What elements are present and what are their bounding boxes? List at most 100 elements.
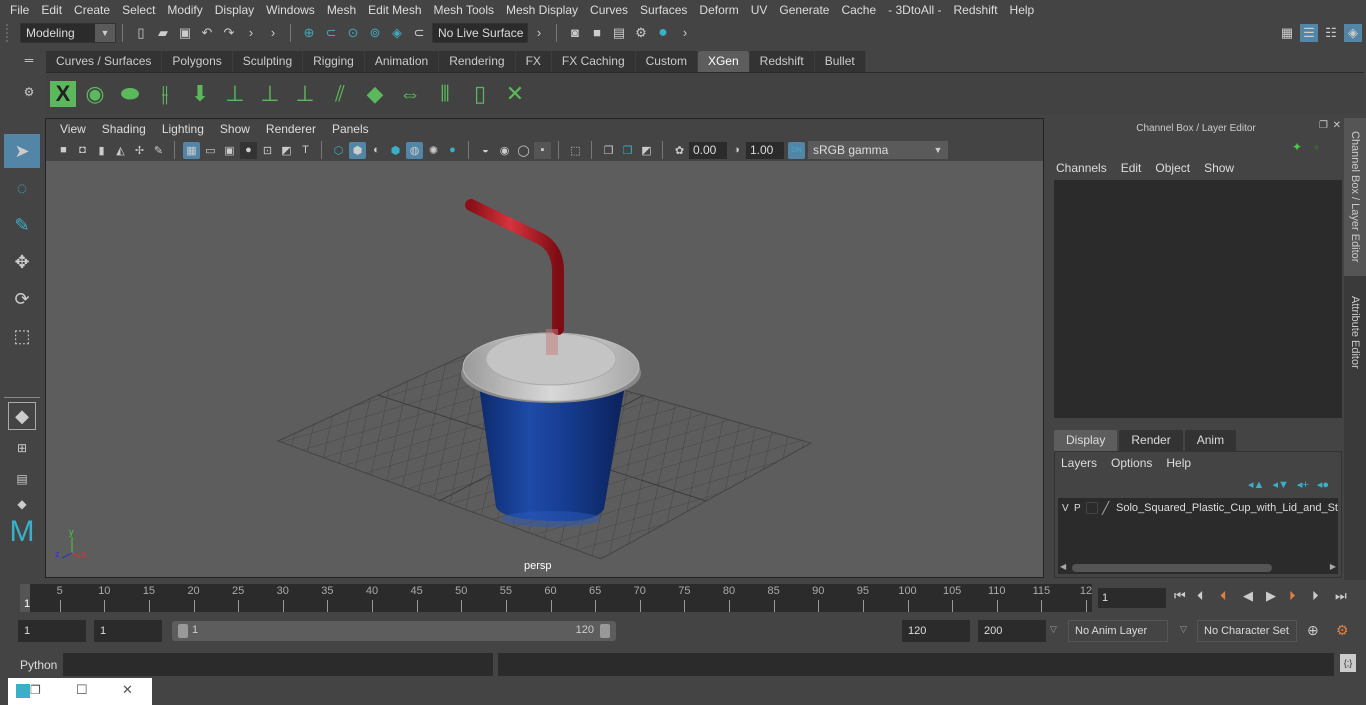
outliner-persp-layout-icon[interactable]: ▤ — [4, 465, 40, 493]
menu-item[interactable]: Mesh — [321, 3, 362, 17]
grid-icon[interactable]: ▦ — [183, 141, 200, 159]
go-to-start-icon[interactable]: ⏮ — [1174, 588, 1197, 604]
command-language-label[interactable]: Python — [20, 658, 57, 672]
viewport-menu-item[interactable]: Lighting — [154, 122, 212, 136]
range-end-handle[interactable] — [600, 624, 610, 638]
show-guides-icon[interactable]: ⊥ — [254, 78, 286, 110]
menu-item[interactable]: Windows — [260, 3, 321, 17]
shelf-tab[interactable]: Rigging — [303, 51, 365, 72]
collapse-icon[interactable]: › — [264, 24, 282, 42]
shelf-tab[interactable]: FX Caching — [551, 51, 636, 72]
gamma-icon[interactable]: ◑ — [728, 142, 745, 159]
xgen-preview-icon[interactable]: ◉ — [79, 78, 111, 110]
shelf-tab[interactable]: FX — [515, 51, 552, 72]
menu-item[interactable]: Mesh Tools — [428, 3, 500, 17]
gear-icon[interactable]: ⚙ — [18, 85, 40, 99]
menu-item[interactable]: Edit Mesh — [362, 3, 427, 17]
current-frame-field[interactable]: 1 — [1098, 588, 1166, 608]
select-guides-icon[interactable]: ⫴ — [429, 78, 461, 110]
camera-icon[interactable]: ■ — [55, 142, 72, 159]
menu-item[interactable]: Generate — [773, 3, 835, 17]
channel-box-menu-item[interactable]: Object — [1155, 161, 1190, 175]
grease-pencil-icon[interactable]: ✎ — [150, 142, 167, 159]
redo-icon[interactable]: ↷ — [220, 24, 238, 42]
xray-active-icon[interactable]: ❐ — [619, 142, 636, 159]
textured-icon[interactable]: ◍ — [406, 141, 423, 159]
channel-list[interactable] — [1054, 180, 1342, 418]
play-forwards-icon[interactable]: ▶ — [1266, 588, 1289, 604]
paint-select-tool-icon[interactable]: ✎ — [4, 208, 40, 242]
film-gate-icon[interactable]: ▭ — [202, 142, 219, 159]
channel-box-menu-item[interactable]: Show — [1204, 161, 1234, 175]
lock-guides-icon[interactable]: ⊥ — [289, 78, 321, 110]
menu-item[interactable]: Edit — [35, 3, 68, 17]
layer-row[interactable]: V P ╱ Solo_Squared_Plastic_Cup_with_Lid_… — [1058, 498, 1338, 518]
safe-title-icon[interactable]: T — [297, 142, 314, 159]
ambient-occlusion-icon[interactable]: ◒ — [477, 142, 494, 159]
add-guides-icon[interactable]: ⫲ — [149, 78, 181, 110]
end-time-field[interactable]: 200 — [978, 620, 1046, 642]
menu-item[interactable]: File — [4, 3, 35, 17]
anti-aliasing-icon[interactable]: ◯ — [515, 142, 532, 159]
range-slider[interactable]: 1 120 — [172, 621, 616, 641]
motion-blur-icon[interactable]: ◉ — [496, 142, 513, 159]
shelf-tab[interactable]: Custom — [635, 51, 698, 72]
use-all-lights-icon[interactable]: ✺ — [425, 142, 442, 159]
xgen-editor-icon[interactable]: X — [50, 80, 76, 107]
gate-mask-icon[interactable]: ● — [240, 141, 257, 159]
depth-of-field-icon[interactable]: ▪ — [534, 141, 551, 159]
snap-point-icon[interactable]: ⊙ — [344, 24, 362, 42]
live-surface-field[interactable]: No Live Surface — [432, 22, 528, 43]
xray-icon[interactable]: ⬢ — [387, 142, 404, 159]
collapse-icon[interactable]: › — [530, 24, 548, 42]
viewport-menu-item[interactable]: Panels — [324, 122, 377, 136]
tool-settings-icon[interactable]: ☷ — [1322, 24, 1340, 42]
channel-box-menu-item[interactable]: Edit — [1121, 161, 1142, 175]
backface-icon[interactable]: ◩ — [638, 142, 655, 159]
close-icon[interactable]: ✕ — [1333, 120, 1341, 131]
layer-playback-toggle[interactable]: P — [1074, 503, 1086, 514]
bookmark-icon[interactable]: ▮ — [93, 142, 110, 159]
channel-box-menu-item[interactable]: Channels — [1056, 161, 1107, 175]
speed-icon[interactable]: ● — [1313, 140, 1320, 154]
single-perspective-layout-icon[interactable]: ◆ — [8, 402, 36, 430]
playback-end-field[interactable]: 120 — [902, 620, 970, 642]
layer-visibility-toggle[interactable]: V — [1062, 503, 1074, 514]
shelf-tab[interactable]: Redshift — [749, 51, 815, 72]
shelf-tab[interactable]: Rendering — [439, 51, 516, 72]
menu-item[interactable]: UV — [745, 3, 774, 17]
snap-grid-icon[interactable]: ⊕ — [300, 24, 318, 42]
viewport-menu-item[interactable]: Shading — [94, 122, 154, 136]
go-to-end-icon[interactable]: ⏭ — [1335, 588, 1358, 604]
color-space-dropdown[interactable]: sRGB gamma ▼ — [808, 141, 948, 159]
animation-preferences-icon[interactable]: ⚙ — [1336, 622, 1349, 639]
field-chart-icon[interactable]: ⊡ — [259, 142, 276, 159]
character-set-chevron-icon[interactable]: ▽ — [1180, 624, 1187, 635]
menu-item[interactable]: Cache — [835, 3, 882, 17]
camera-attributes-icon[interactable]: ◘ — [74, 142, 91, 159]
move-layer-up-icon[interactable]: ◂▲ — [1248, 478, 1264, 491]
move-layer-down-icon[interactable]: ◂▼ — [1272, 478, 1288, 491]
delete-guides-icon[interactable]: ✕ — [499, 78, 531, 110]
tab-channel-box[interactable]: Channel Box / Layer Editor — [1344, 118, 1366, 276]
menu-item[interactable]: Deform — [693, 3, 744, 17]
auto-key-icon[interactable]: ⊕ — [1307, 622, 1319, 639]
collapse-icon[interactable]: › — [242, 24, 260, 42]
shelf-menu-icon[interactable]: ═ — [18, 53, 40, 67]
xgen-hide-icon[interactable]: ⬬ — [114, 78, 146, 110]
shadows-icon[interactable]: ● — [444, 142, 461, 159]
layer-name[interactable]: Solo_Squared_Plastic_Cup_with_Lid_and_St — [1116, 502, 1338, 514]
menu-item[interactable]: Curves — [584, 3, 634, 17]
shelf-tab[interactable]: Polygons — [162, 51, 233, 72]
next-key-icon[interactable]: ⏵ — [1289, 588, 1312, 604]
menu-item[interactable]: Create — [68, 3, 116, 17]
render-current-icon[interactable]: ■ — [588, 24, 606, 42]
layer-type-toggle[interactable] — [1086, 502, 1098, 514]
open-scene-icon[interactable]: ▰ — [154, 24, 172, 42]
shelf-tab[interactable]: Animation — [364, 51, 440, 72]
bound-guides-icon[interactable]: ▯ — [464, 78, 496, 110]
character-set-dropdown[interactable]: No Character Set — [1197, 620, 1297, 642]
new-empty-layer-icon[interactable]: ◂+ — [1297, 478, 1309, 491]
drag-handle[interactable] — [6, 23, 18, 42]
layer-menu-item[interactable]: Layers — [1061, 456, 1097, 470]
